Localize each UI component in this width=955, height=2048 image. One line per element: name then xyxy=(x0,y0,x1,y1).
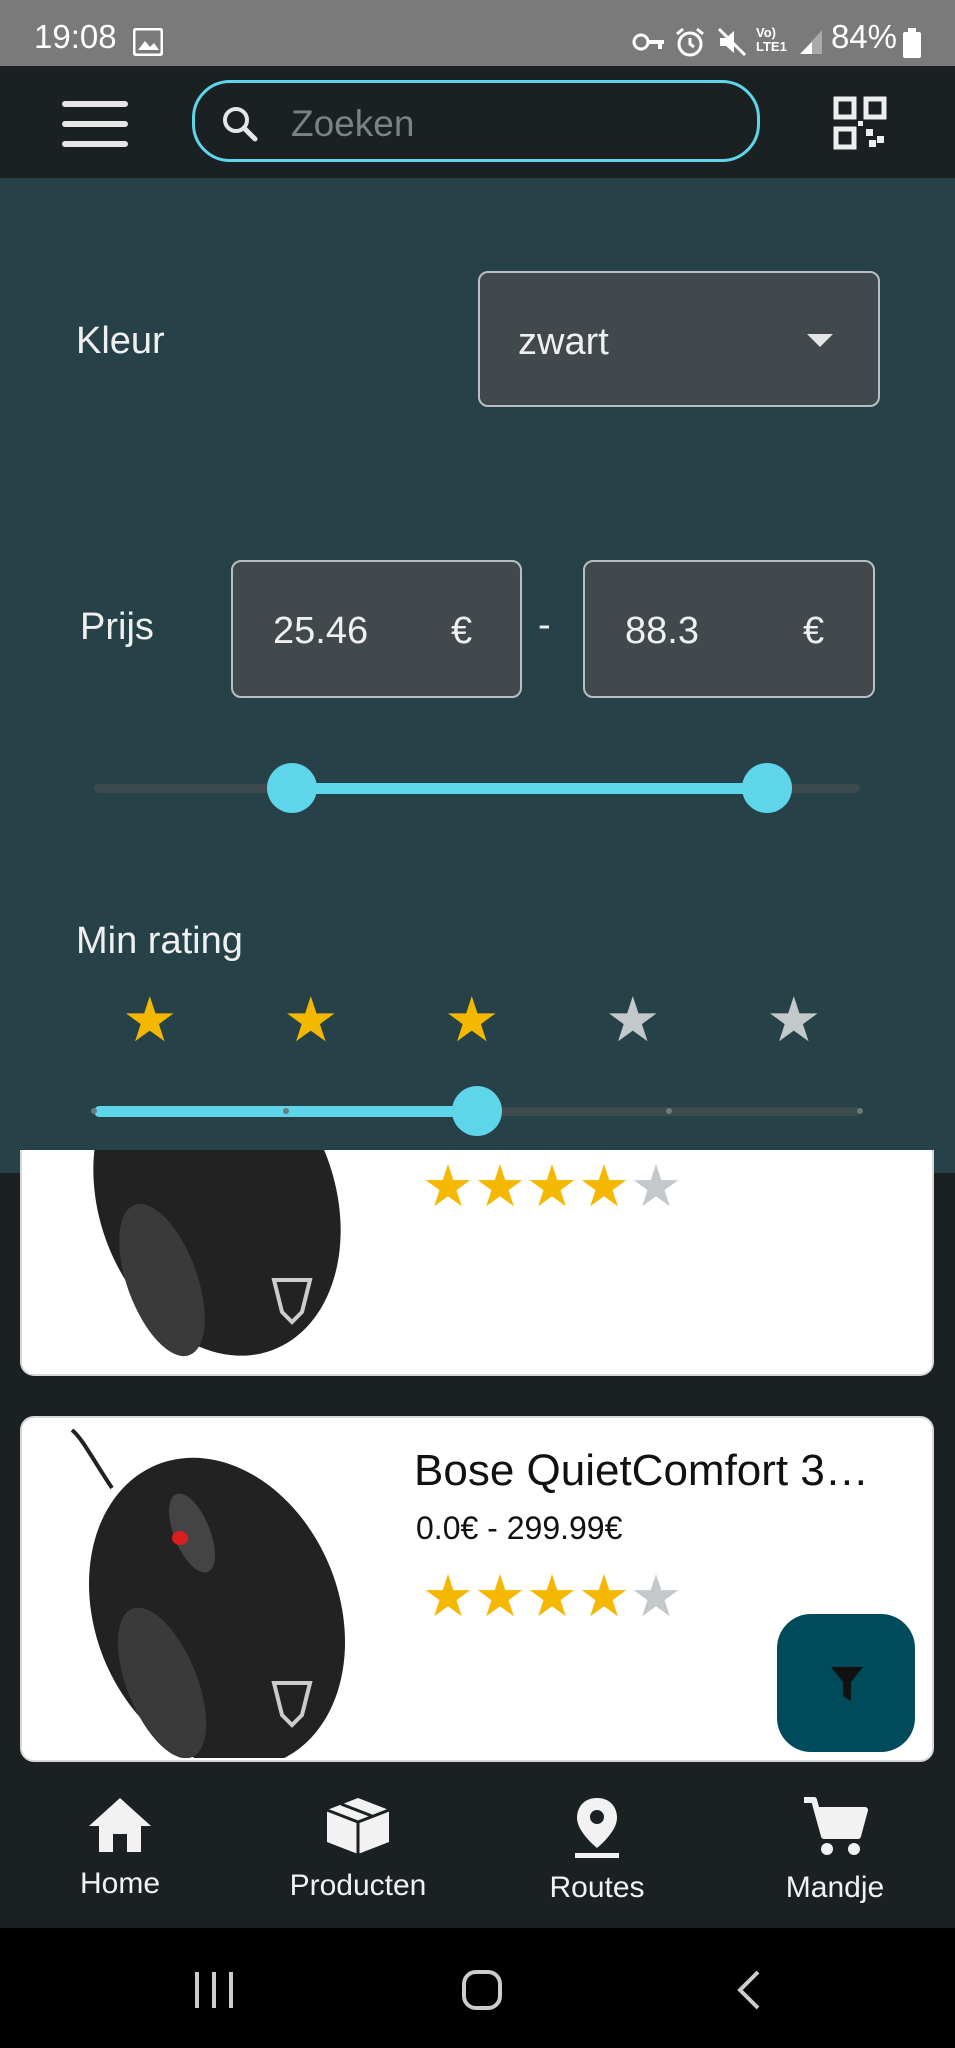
price-label: Prijs xyxy=(80,606,154,648)
mute-icon xyxy=(717,27,747,57)
product-star-icon: ★ xyxy=(422,1154,474,1219)
rating-slider-tick xyxy=(857,1108,863,1114)
nav-item-mandje[interactable]: Mandje xyxy=(735,1796,935,1905)
price-slider-range xyxy=(292,783,766,794)
product-image xyxy=(70,1428,346,1758)
cart-icon xyxy=(804,1797,868,1855)
product-star-icon: ★ xyxy=(578,1564,630,1629)
home-icon xyxy=(89,1798,151,1852)
location-pin-icon xyxy=(575,1798,619,1858)
rating-star-icon: ★ xyxy=(766,986,822,1055)
price-min-currency: € xyxy=(451,610,473,652)
home-system-icon[interactable] xyxy=(460,1968,504,2012)
volte-icon: Vo) LTE1 xyxy=(756,25,787,54)
status-time: 19:08 xyxy=(34,18,117,55)
price-max-currency: € xyxy=(803,610,825,652)
product-star-icon: ★ xyxy=(474,1154,526,1219)
gallery-icon xyxy=(133,28,163,56)
filter-panel: Kleur zwart Prijs 25.46 € - 88.3 € Min r… xyxy=(0,178,955,1173)
rating-slider-thumb[interactable] xyxy=(452,1086,502,1136)
nav-label-producten: Producten xyxy=(289,1869,427,1902)
signal-icon xyxy=(800,30,822,54)
product-price-range: 0.0€ - 299.99€ xyxy=(416,1510,623,1546)
price-slider-max-thumb[interactable] xyxy=(742,763,792,813)
nav-label-mandje: Mandje xyxy=(785,1871,885,1904)
battery-percent: 84% xyxy=(830,18,897,55)
filter-fab-button[interactable] xyxy=(777,1614,915,1752)
rating-slider-tick xyxy=(665,1108,672,1114)
nav-item-routes[interactable]: Routes xyxy=(497,1796,697,1905)
search-placeholder: Zoeken xyxy=(291,103,415,144)
price-max-field[interactable]: 88.3 € xyxy=(583,560,875,698)
color-dropdown[interactable]: zwart xyxy=(478,271,880,407)
qr-scan-icon[interactable] xyxy=(833,96,887,150)
color-dropdown-value: zwart xyxy=(518,321,609,363)
box-icon xyxy=(326,1798,390,1854)
rating-stars-text: ★★★★★ xyxy=(422,1154,682,1219)
search-input[interactable]: Zoeken xyxy=(192,80,760,162)
rating-star-icon: ★ xyxy=(283,986,339,1055)
rating-slider-tick xyxy=(282,1108,289,1114)
back-icon[interactable] xyxy=(734,1970,764,2010)
status-bar: 19:08 Vo) LTE1 84% xyxy=(0,0,955,66)
product-star-icon: ★ xyxy=(526,1564,578,1629)
rating-star-icon: ★ xyxy=(605,986,661,1055)
price-slider-min-thumb[interactable] xyxy=(267,763,317,813)
price-max-value: 88.3 xyxy=(625,610,699,652)
min-rating-label: Min rating xyxy=(76,920,243,962)
product-star-icon: ★ xyxy=(630,1154,682,1219)
nav-label-home: Home xyxy=(79,1867,161,1900)
product-star-icon: ★ xyxy=(422,1564,474,1629)
nav-item-producten[interactable]: Producten xyxy=(258,1796,458,1903)
recent-apps-icon[interactable] xyxy=(192,1970,238,2010)
product-image xyxy=(93,1150,341,1357)
chevron-down-icon xyxy=(807,334,833,347)
price-min-field[interactable]: 25.46 € xyxy=(231,560,522,698)
alarm-icon xyxy=(676,27,704,57)
price-separator: - xyxy=(538,604,551,646)
product-rating: ★★★★★ xyxy=(422,1568,682,1626)
product-title: Bose QuietComfort 3… xyxy=(414,1446,869,1495)
price-min-value: 25.46 xyxy=(273,610,369,652)
product-star-icon: ★ xyxy=(578,1154,630,1219)
rating-star-icon: ★ xyxy=(122,986,178,1055)
nav-item-home[interactable]: Home xyxy=(20,1796,220,1901)
rating-slider-tick xyxy=(91,1108,97,1114)
battery-icon xyxy=(903,28,921,58)
product-star-icon: ★ xyxy=(474,1564,526,1629)
filter-icon xyxy=(831,1667,863,1701)
bottom-nav: Home Producten Routes Mandje xyxy=(0,1776,955,1928)
system-nav-bar xyxy=(0,1928,955,2048)
color-label: Kleur xyxy=(76,320,165,362)
product-star-icon: ★ xyxy=(526,1154,578,1219)
search-icon xyxy=(223,107,258,142)
rating-star-icon: ★ xyxy=(444,986,500,1055)
product-star-icon: ★ xyxy=(630,1564,682,1629)
product-card[interactable]: ★★★★★ xyxy=(20,1150,934,1376)
menu-icon[interactable] xyxy=(62,101,128,147)
vpn-key-icon xyxy=(632,33,664,51)
nav-label-routes: Routes xyxy=(549,1871,645,1904)
product-rating: ★★★★★ xyxy=(422,1158,682,1216)
